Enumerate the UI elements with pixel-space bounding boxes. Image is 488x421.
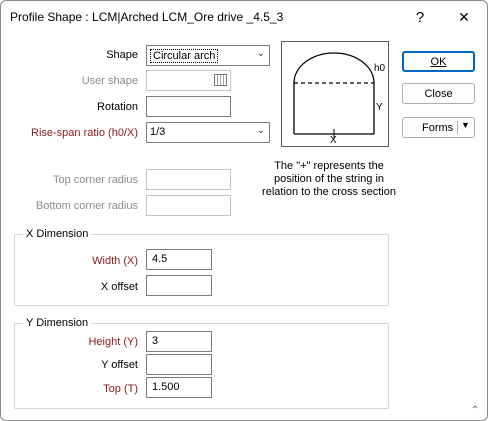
shape-value: Circular arch bbox=[150, 49, 219, 63]
forms-separator bbox=[457, 121, 458, 134]
bottom-corner-radius-label: Bottom corner radius bbox=[35, 200, 138, 212]
chevron-down-icon: ⌄ bbox=[256, 125, 265, 136]
resize-grip-icon[interactable]: ⌃ bbox=[471, 405, 479, 416]
h0-label: h0 bbox=[374, 63, 386, 74]
close-button[interactable]: Close bbox=[402, 83, 475, 104]
y-offset-label: Y offset bbox=[101, 359, 138, 371]
forms-button-label: Forms bbox=[422, 121, 454, 134]
top-input[interactable]: 1.500 bbox=[146, 377, 212, 398]
close-button-label: Close bbox=[424, 87, 453, 100]
forms-button[interactable]: Forms ▼ bbox=[402, 117, 475, 138]
ok-button-label: OK bbox=[430, 55, 447, 68]
shape-dropdown[interactable]: Circular arch ⌄ bbox=[146, 45, 270, 66]
rise-span-dropdown[interactable]: 1/3 ⌄ bbox=[146, 122, 270, 143]
width-input[interactable]: 4.5 bbox=[146, 249, 212, 270]
title-bar: Profile Shape : LCM|Arched LCM_Ore drive… bbox=[1, 1, 487, 33]
rise-span-value: 1/3 bbox=[150, 126, 166, 138]
profile-diagram: h0 Y X bbox=[281, 41, 389, 147]
chevron-down-icon: ⌄ bbox=[256, 48, 265, 59]
shape-label: Shape bbox=[106, 49, 138, 61]
rise-span-label: Rise-span ratio (h0/X) bbox=[31, 127, 138, 139]
close-window-button[interactable]: ✕ bbox=[441, 1, 487, 33]
shape-picker-icon[interactable] bbox=[214, 74, 227, 86]
height-label: Height (Y) bbox=[88, 336, 138, 348]
y-dimension-title: Y Dimension bbox=[23, 317, 92, 329]
x-offset-input[interactable] bbox=[146, 275, 212, 296]
y-axis-label: Y bbox=[376, 102, 383, 113]
profile-shape-dialog: Profile Shape : LCM|Arched LCM_Ore drive… bbox=[0, 0, 488, 421]
x-offset-label: X offset bbox=[100, 281, 138, 293]
y-offset-input[interactable] bbox=[146, 354, 212, 375]
rotation-label: Rotation bbox=[97, 101, 138, 113]
width-label: Width (X) bbox=[92, 255, 138, 267]
height-input[interactable]: 3 bbox=[146, 331, 212, 352]
user-shape-input[interactable] bbox=[146, 70, 231, 91]
arch-profile-drawing bbox=[293, 52, 375, 139]
top-label: Top (T) bbox=[103, 383, 138, 395]
forms-dropdown-arrow-icon[interactable]: ▼ bbox=[461, 120, 470, 130]
window-title: Profile Shape : LCM|Arched LCM_Ore drive… bbox=[10, 10, 284, 24]
user-shape-label: User shape bbox=[81, 75, 138, 87]
diagram-note: The "+" represents the position of the s… bbox=[262, 160, 396, 198]
ok-button[interactable]: OK bbox=[402, 51, 475, 72]
x-axis-label: X bbox=[330, 135, 337, 146]
top-corner-radius-input[interactable] bbox=[146, 169, 231, 190]
x-dimension-title: X Dimension bbox=[23, 228, 92, 240]
bottom-corner-radius-input[interactable] bbox=[146, 195, 231, 216]
rotation-input[interactable] bbox=[146, 96, 231, 117]
top-corner-radius-label: Top corner radius bbox=[53, 174, 138, 186]
help-button[interactable]: ? bbox=[397, 1, 443, 33]
